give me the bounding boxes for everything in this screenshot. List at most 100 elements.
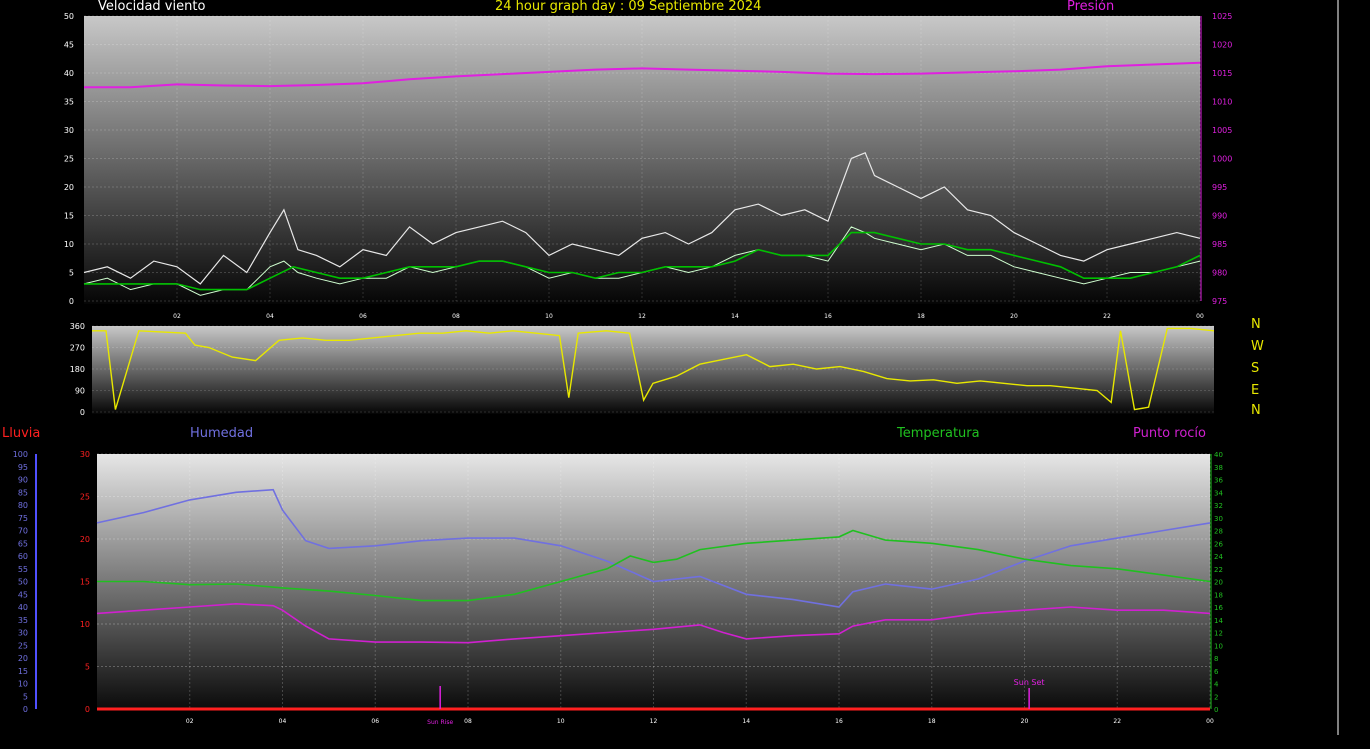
humidity-tick-label: 5 xyxy=(23,692,28,701)
time-tick-label: 04 xyxy=(279,718,287,725)
compass-east: E xyxy=(1251,383,1260,398)
temperature-legend: Temperatura xyxy=(897,426,980,441)
humidity-tick-label: 10 xyxy=(18,680,28,689)
time-tick-label: 12 xyxy=(650,718,658,725)
pressure-tick-label: 1015 xyxy=(1212,69,1232,78)
direction-tick-label: 0 xyxy=(80,408,85,417)
right-border xyxy=(1338,0,1370,749)
humidity-tick-label: 20 xyxy=(18,654,28,663)
time-tick-label: 04 xyxy=(266,313,274,320)
time-tick-label: 18 xyxy=(928,718,936,725)
time-tick-label: 14 xyxy=(742,718,750,725)
rain-tick-label: 0 xyxy=(85,705,90,714)
humidity-tick-label: 50 xyxy=(18,578,28,587)
pressure-tick-label: 990 xyxy=(1212,212,1227,221)
pressure-tick-label: 1025 xyxy=(1212,12,1232,21)
time-tick-label: 02 xyxy=(173,313,181,320)
pressure-tick-label: 1020 xyxy=(1212,41,1232,50)
temperature-tick-label: 26 xyxy=(1214,540,1223,548)
rain-tick-label: 15 xyxy=(80,578,90,587)
time-tick-label: 08 xyxy=(452,313,460,320)
rain-tick-label: 10 xyxy=(80,620,90,629)
pressure-legend: Presión xyxy=(1067,0,1115,14)
pressure-tick-label: 995 xyxy=(1212,183,1227,192)
wind-legend: Velocidad viento xyxy=(98,0,206,14)
temperature-tick-label: 22 xyxy=(1214,566,1223,574)
humidity-tick-label: 90 xyxy=(18,476,28,485)
humidity-tick-label: 40 xyxy=(18,603,28,612)
humidity-tick-label: 65 xyxy=(18,539,28,548)
humidity-tick-label: 70 xyxy=(18,527,28,536)
wind-tick-label: 35 xyxy=(64,98,74,107)
pressure-tick-label: 1000 xyxy=(1212,155,1232,164)
temperature-tick-label: 38 xyxy=(1214,464,1223,472)
temperature-tick-label: 40 xyxy=(1214,451,1223,459)
time-tick-label: 10 xyxy=(545,313,553,320)
humidity-tick-label: 25 xyxy=(18,641,28,650)
direction-panel xyxy=(92,326,1214,414)
pressure-tick-label: 985 xyxy=(1212,240,1227,249)
wind-tick-label: 15 xyxy=(64,212,74,221)
temperature-tick-label: 6 xyxy=(1214,668,1219,676)
sunset-label: Sun Set xyxy=(1014,678,1045,687)
compass-west: W xyxy=(1251,339,1264,354)
time-tick-label: 22 xyxy=(1113,718,1121,725)
rain-tick-label: 20 xyxy=(80,535,90,544)
temperature-tick-label: 14 xyxy=(1214,617,1223,625)
time-tick-label: 08 xyxy=(464,718,472,725)
time-tick-label: 10 xyxy=(557,718,565,725)
temperature-tick-label: 18 xyxy=(1214,591,1223,599)
chart-title: 24 hour graph day : 09 Septiembre 2024 xyxy=(495,0,762,14)
humidity-tick-label: 15 xyxy=(18,667,28,676)
time-tick-label: 14 xyxy=(731,313,739,320)
humidity-tick-label: 60 xyxy=(18,552,28,561)
pressure-tick-label: 1005 xyxy=(1212,126,1232,135)
humidity-tick-label: 100 xyxy=(13,450,28,459)
temperature-tick-label: 24 xyxy=(1214,553,1223,561)
wind-tick-label: 45 xyxy=(64,41,74,50)
time-tick-label: 18 xyxy=(917,313,925,320)
temperature-tick-label: 28 xyxy=(1214,528,1223,536)
temperature-tick-label: 34 xyxy=(1214,489,1223,497)
time-tick-label: 06 xyxy=(359,313,367,320)
pressure-tick-label: 980 xyxy=(1212,269,1227,278)
direction-tick-label: 270 xyxy=(70,344,85,353)
time-tick-label: 00 xyxy=(1206,718,1214,725)
temperature-tick-label: 4 xyxy=(1214,681,1219,689)
direction-tick-label: 90 xyxy=(75,387,85,396)
wind-tick-label: 10 xyxy=(64,240,74,249)
humidity-tick-label: 85 xyxy=(18,488,28,497)
wind-tick-label: 25 xyxy=(64,155,74,164)
humidity-tick-label: 30 xyxy=(18,629,28,638)
temperature-tick-label: 2 xyxy=(1214,693,1218,701)
temperature-tick-label: 10 xyxy=(1214,642,1223,650)
time-tick-label: 16 xyxy=(824,313,832,320)
temperature-tick-label: 0 xyxy=(1214,706,1218,714)
time-tick-label: 22 xyxy=(1103,313,1111,320)
temperature-tick-label: 32 xyxy=(1214,502,1223,510)
wind-tick-label: 5 xyxy=(69,269,74,278)
dewpoint-legend: Punto rocío xyxy=(1133,426,1206,441)
humidity-tick-label: 75 xyxy=(18,514,28,523)
wind-tick-label: 20 xyxy=(64,183,74,192)
wind-tick-label: 40 xyxy=(64,69,74,78)
compass-south: S xyxy=(1251,361,1260,376)
temperature-tick-label: 20 xyxy=(1214,579,1223,587)
rain-tick-label: 5 xyxy=(85,663,90,672)
pressure-tick-label: 1010 xyxy=(1212,98,1232,107)
temperature-tick-label: 30 xyxy=(1214,515,1223,523)
humidity-tick-label: 45 xyxy=(18,590,28,599)
compass-north: N xyxy=(1251,317,1261,332)
humidity-tick-label: 55 xyxy=(18,565,28,574)
humidity-tick-label: 95 xyxy=(18,463,28,472)
compass-north-2: N xyxy=(1251,403,1261,418)
pressure-tick-label: 975 xyxy=(1212,297,1227,306)
wind-tick-label: 30 xyxy=(64,126,74,135)
humidity-tick-label: 0 xyxy=(23,705,28,714)
time-tick-label: 06 xyxy=(371,718,379,725)
time-tick-label: 02 xyxy=(186,718,194,725)
rain-tick-label: 30 xyxy=(80,450,90,459)
wind-tick-label: 50 xyxy=(64,12,74,21)
humidity-tick-label: 35 xyxy=(18,616,28,625)
rain-tick-label: 25 xyxy=(80,493,90,502)
